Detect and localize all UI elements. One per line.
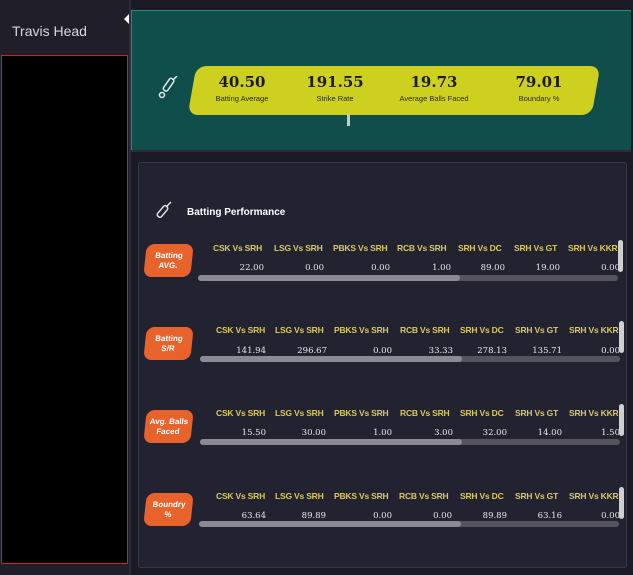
table-cell: 89.89 [482, 511, 507, 521]
horizontal-scrollbar[interactable] [200, 356, 620, 362]
stat-batting-average: 40.50 Batting Average [202, 73, 282, 103]
performance-title: Batting Performance [187, 207, 286, 218]
table-cell: 135.71 [532, 346, 562, 356]
match-header: LSG Vs SRH [275, 325, 324, 335]
section-badge: Batting S/R [143, 327, 194, 360]
player-photo [1, 55, 128, 564]
match-header: RCB Vs SRH [399, 491, 449, 501]
match-header: CSK Vs SRH [216, 491, 266, 501]
table-cell: 33.33 [428, 346, 453, 356]
table-cell: 0.00 [601, 263, 620, 273]
section-batting-avg: Batting AVG. CSK Vs SRH LSG Vs SRH PBKS … [138, 240, 627, 285]
vertical-scrollbar[interactable] [619, 321, 624, 353]
match-header: SRH Vs DC [458, 243, 502, 253]
cricket-bat-icon [156, 201, 172, 218]
match-header: PBKS Vs SRH [334, 325, 389, 335]
stat-value: 40.50 [218, 73, 266, 91]
player-dashboard: Travis Head 40.50 Batting Average 191.55… [0, 0, 633, 575]
table-cell: 1.00 [373, 428, 392, 438]
player-name: Travis Head [12, 23, 87, 39]
banner-divider [131, 150, 631, 152]
table-cell: 0.00 [433, 511, 452, 521]
stat-label: Batting Average [215, 94, 269, 103]
table-cell: 296.67 [297, 346, 327, 356]
player-sidebar: Travis Head [0, 0, 129, 575]
section-boundary-percent: Boundry % CSK Vs SRH LSG Vs SRH PBKS Vs … [138, 487, 627, 534]
match-header: SRH Vs GT [515, 491, 559, 501]
section-badge: Batting AVG. [143, 244, 194, 277]
table-cell: 0.00 [373, 346, 392, 356]
table-cell: 1.50 [601, 428, 620, 438]
stat-label: Boundary % [518, 94, 560, 103]
match-header: CSK Vs SRH [216, 325, 266, 335]
table-cell: 15.50 [241, 428, 266, 438]
cricket-bat-icon [158, 76, 178, 99]
table-cell: 0.00 [373, 511, 392, 521]
pill-connector [347, 114, 350, 126]
vertical-scrollbar[interactable] [618, 240, 623, 272]
stat-value: 79.01 [515, 73, 563, 91]
table-cell: 22.00 [239, 263, 264, 273]
section-badge: Boundry % [143, 493, 194, 526]
match-header: SRH Vs KKR [568, 243, 618, 253]
table-cell: 278.13 [477, 346, 507, 356]
scrollbar-thumb[interactable] [199, 521, 461, 527]
match-header: LSG Vs SRH [275, 491, 324, 501]
match-header: SRH Vs DC [460, 491, 504, 501]
stat-label: Strike Rate [316, 94, 354, 103]
match-header: PBKS Vs SRH [333, 243, 388, 253]
table-cell: 63.64 [241, 511, 266, 521]
match-header: PBKS Vs SRH [334, 408, 389, 418]
table-cell: 141.94 [236, 346, 266, 356]
match-header: CSK Vs SRH [216, 408, 266, 418]
table-cell: 32.00 [482, 428, 507, 438]
table-cell: 0.00 [601, 346, 620, 356]
match-header: RCB Vs SRH [397, 243, 447, 253]
section-badge: Avg. Balls Faced [143, 410, 194, 443]
scrollbar-thumb[interactable] [200, 356, 462, 362]
stat-boundary-percent: 79.01 Boundary % [499, 73, 579, 103]
match-header: SRH Vs DC [460, 408, 504, 418]
table-cell: 14.00 [537, 428, 562, 438]
match-header: SRH Vs KKR [569, 325, 619, 335]
section-avg-balls-faced: Avg. Balls Faced CSK Vs SRH LSG Vs SRH P… [138, 404, 627, 451]
match-header: PBKS Vs SRH [334, 491, 389, 501]
section-batting-sr: Batting S/R CSK Vs SRH LSG Vs SRH PBKS V… [138, 321, 627, 368]
table-cell: 19.00 [535, 263, 560, 273]
stat-label: Average Balls Faced [399, 94, 469, 103]
horizontal-scrollbar[interactable] [200, 439, 620, 445]
table-cell: 30.00 [301, 428, 326, 438]
scrollbar-thumb[interactable] [198, 275, 460, 281]
match-header: LSG Vs SRH [274, 243, 323, 253]
table-cell: 89.89 [301, 511, 326, 521]
stat-value: 19.73 [410, 73, 458, 91]
stat-value: 191.55 [306, 73, 364, 91]
vertical-scrollbar[interactable] [619, 404, 624, 436]
table-cell: 0.00 [601, 511, 620, 521]
match-header: SRH Vs DC [460, 325, 504, 335]
match-header: CSK Vs SRH [213, 243, 263, 253]
table-cell: 63.16 [537, 511, 562, 521]
table-cell: 3.00 [434, 428, 453, 438]
match-header: SRH Vs KKR [569, 491, 619, 501]
match-header: LSG Vs SRH [275, 408, 324, 418]
horizontal-scrollbar[interactable] [199, 521, 619, 527]
match-header: SRH Vs GT [514, 243, 558, 253]
table-cell: 89.00 [480, 263, 505, 273]
table-cell: 0.00 [371, 263, 390, 273]
table-cell: 0.00 [305, 263, 324, 273]
match-header: SRH Vs GT [515, 325, 559, 335]
match-header: SRH Vs GT [515, 408, 559, 418]
horizontal-scrollbar[interactable] [198, 275, 618, 281]
match-header: RCB Vs SRH [400, 325, 450, 335]
table-cell: 1.00 [432, 263, 451, 273]
scrollbar-thumb[interactable] [200, 439, 462, 445]
stat-average-balls-faced: 19.73 Average Balls Faced [394, 73, 474, 103]
stat-strike-rate: 191.55 Strike Rate [295, 73, 375, 103]
match-header: RCB Vs SRH [400, 408, 450, 418]
vertical-scrollbar[interactable] [619, 487, 624, 519]
match-header: SRH Vs KKR [569, 408, 619, 418]
